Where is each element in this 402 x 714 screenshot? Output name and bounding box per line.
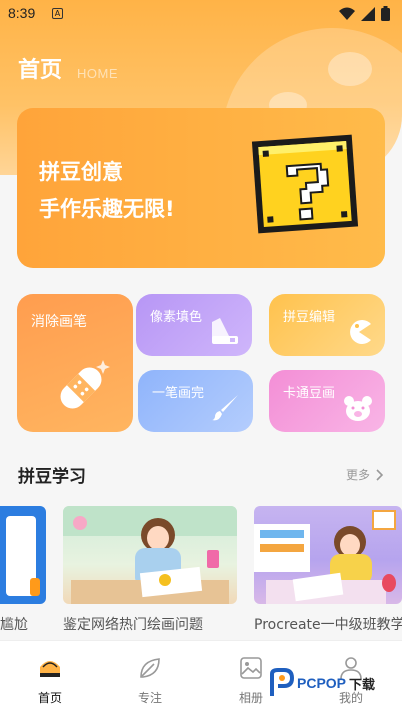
learning-card[interactable]: 尴尬 xyxy=(0,506,46,636)
more-label: 更多 xyxy=(345,468,370,482)
learning-more-link[interactable]: 更多 xyxy=(346,466,384,483)
bear-icon xyxy=(344,396,372,421)
feature-bead-label: 拼豆编辑 xyxy=(283,310,336,325)
leaf-icon xyxy=(140,658,160,678)
card-caption: 鉴定网络热门绘画问题 xyxy=(63,617,203,633)
status-time: 8:39 xyxy=(8,5,36,21)
page-subtitle: HOME xyxy=(77,66,118,81)
brush-icon xyxy=(212,395,238,421)
feature-pixel-fill[interactable]: 像素填色 xyxy=(136,294,252,356)
tab-home[interactable]: 首页 xyxy=(20,655,80,706)
home-icon xyxy=(40,661,60,677)
feature-one-stroke[interactable]: 一笔画完 xyxy=(138,370,253,432)
watermark-suffix: 下载 xyxy=(349,677,376,693)
banner-line-1: 拼豆创意 xyxy=(39,160,123,184)
feature-bead-edit[interactable]: 拼豆编辑 xyxy=(269,294,385,356)
wifi-icon xyxy=(339,7,355,20)
tab-home-label: 首页 xyxy=(37,691,62,705)
album-icon xyxy=(240,657,262,679)
watermark-text: PCPOP xyxy=(297,675,347,691)
tab-focus[interactable]: 专注 xyxy=(120,655,180,706)
question-block-icon xyxy=(251,134,359,234)
feature-stroke-label: 一笔画完 xyxy=(152,386,205,401)
card-caption: Procreate一中级班教学 xyxy=(254,617,402,633)
card-thumbnail xyxy=(63,506,237,604)
tab-focus-label: 专注 xyxy=(137,691,162,705)
feature-erase-label: 消除画笔 xyxy=(31,314,87,330)
card-thumbnail xyxy=(0,506,46,604)
battery-icon xyxy=(381,6,390,21)
learning-card[interactable]: Procreate一中级班教学 xyxy=(254,506,402,636)
feature-pixel-label: 像素填色 xyxy=(150,310,203,325)
system-icons xyxy=(339,6,390,21)
pcpop-logo-icon xyxy=(270,668,294,696)
notification-icon: A xyxy=(52,8,63,19)
feature-cartoon-bead[interactable]: 卡通豆画 xyxy=(269,370,385,432)
bandage-icon xyxy=(60,360,110,409)
feature-erase-brush[interactable]: 消除画笔 xyxy=(17,294,133,432)
hero-banner[interactable]: 拼豆创意 手作乐趣无限! xyxy=(17,108,385,268)
palette-icon xyxy=(212,318,238,344)
signal-icon xyxy=(361,6,375,21)
chevron-right-icon xyxy=(376,468,384,481)
watermark: PCPOP 下载 xyxy=(268,668,375,698)
banner-line-2: 手作乐趣无限! xyxy=(39,197,175,221)
pacman-icon xyxy=(350,320,371,344)
page-title: 首页 xyxy=(18,58,63,83)
status-bar: 8:39 A xyxy=(0,0,402,28)
card-thumbnail xyxy=(254,506,402,604)
feature-cartoon-label: 卡通豆画 xyxy=(283,386,336,401)
card-caption: 尴尬 xyxy=(0,617,28,633)
learning-card[interactable]: 鉴定网络热门绘画问题 xyxy=(63,506,237,636)
learning-section-title: 拼豆学习 xyxy=(18,467,86,487)
